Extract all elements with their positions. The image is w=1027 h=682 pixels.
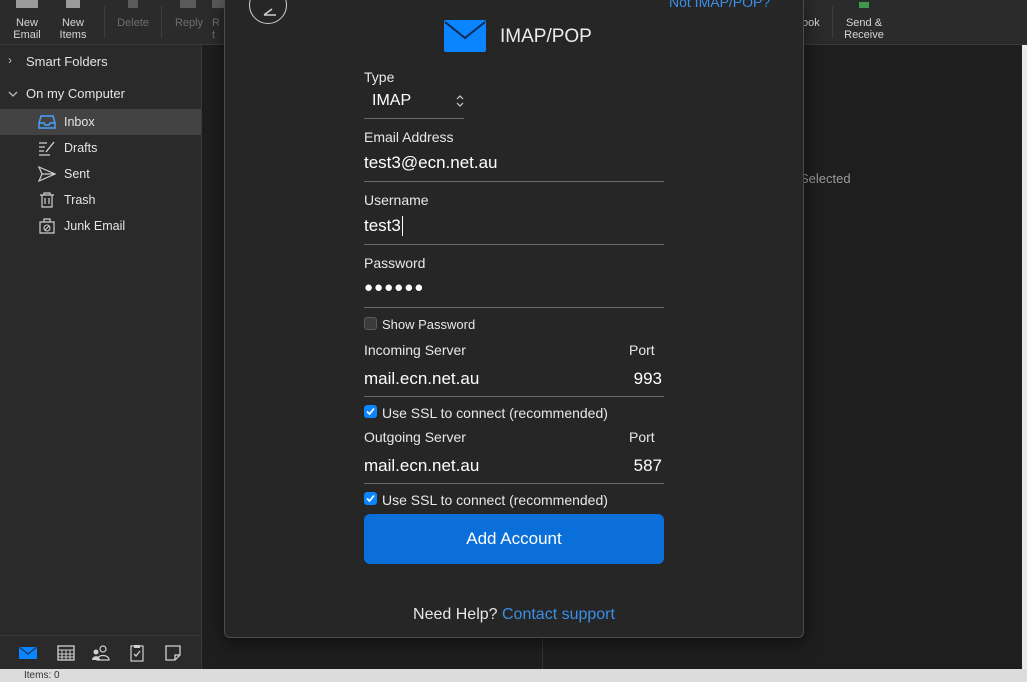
new-email-label: New Email: [13, 17, 41, 41]
trash-icon: [40, 192, 54, 208]
inbox-icon: [38, 115, 56, 129]
sidebar-item-drafts[interactable]: Drafts: [0, 135, 201, 161]
dialog-title: IMAP/POP: [500, 26, 592, 47]
not-imap-pop-link[interactable]: Not IMAP/POP?: [669, 0, 770, 10]
sidebar-item-junk-email[interactable]: Junk Email: [0, 213, 201, 239]
email-underline: [364, 181, 664, 182]
sent-icon: [38, 166, 56, 182]
notes-icon[interactable]: [163, 644, 183, 662]
outgoing-ssl-label: Use SSL to connect (recommended): [382, 492, 608, 508]
people-icon[interactable]: [91, 644, 111, 662]
reply-button[interactable]: Reply: [168, 0, 210, 44]
username-label: Username: [364, 192, 429, 208]
incoming-port-field[interactable]: 993: [634, 369, 662, 389]
calendar-icon[interactable]: [56, 644, 76, 662]
reply-label: Reply: [174, 17, 204, 29]
no-selection-text: Selected: [800, 171, 851, 186]
new-items-label: New Items: [59, 17, 87, 41]
back-button[interactable]: [249, 0, 287, 24]
drafts-icon: [39, 141, 55, 156]
incoming-server-label: Incoming Server: [364, 342, 466, 358]
outlook-button[interactable]: ook: [802, 0, 824, 44]
tasks-icon[interactable]: [127, 644, 147, 662]
sidebar-group-on-my-computer[interactable]: On my Computer: [0, 81, 201, 107]
contact-support-link[interactable]: Contact support: [502, 606, 615, 623]
send-receive-icon: [859, 2, 869, 8]
sidebar: › Smart Folders On my Computer Inbox Dra…: [0, 45, 202, 635]
reply-all-icon: [212, 0, 224, 8]
sidebar-group-label: On my Computer: [26, 86, 125, 101]
new-items-icon: [66, 0, 80, 8]
username-field[interactable]: test3: [364, 216, 403, 236]
junk-email-icon: [39, 218, 55, 234]
add-account-button[interactable]: Add Account: [364, 514, 664, 564]
outgoing-ssl-checkbox[interactable]: [364, 492, 377, 505]
reply-all-label: R t: [212, 17, 220, 41]
email-label: Email Address: [364, 129, 454, 145]
type-label: Type: [364, 69, 395, 85]
outgoing-port-label: Port: [629, 429, 655, 445]
outgoing-server-label: Outgoing Server: [364, 429, 466, 445]
show-password-checkbox[interactable]: [364, 317, 377, 330]
reply-icon: [180, 0, 196, 8]
toolbar-divider: [832, 6, 833, 38]
help-text: Need Help?: [413, 606, 498, 623]
sidebar-item-sent[interactable]: Sent: [0, 161, 201, 187]
window-edge: [1022, 45, 1027, 669]
toolbar-divider: [161, 6, 162, 38]
chevron-right-icon: ›: [8, 53, 12, 67]
mail-envelope-icon: [444, 20, 486, 52]
incoming-port-label: Port: [629, 342, 655, 358]
sidebar-item-label: Sent: [64, 167, 90, 181]
outlook-icon: [803, 0, 823, 14]
sidebar-item-label: Inbox: [64, 115, 95, 129]
password-label: Password: [364, 255, 426, 271]
delete-label: Delete: [117, 17, 149, 29]
toolbar-divider: [104, 6, 105, 38]
outgoing-underline: [364, 483, 664, 484]
delete-icon: [128, 0, 138, 8]
sidebar-item-label: Trash: [64, 193, 96, 207]
delete-button[interactable]: Delete: [112, 0, 154, 44]
add-account-dialog: Not IMAP/POP? IMAP/POP Type IMAP Email A…: [224, 0, 804, 638]
sidebar-item-label: Junk Email: [64, 219, 126, 233]
type-select-value: IMAP: [372, 92, 412, 109]
updown-chevron-icon: [456, 95, 464, 107]
password-underline: [364, 307, 664, 308]
checkmark-icon: [366, 407, 375, 416]
incoming-ssl-checkbox[interactable]: [364, 405, 377, 418]
checkmark-icon: [366, 494, 375, 503]
new-email-icon: [16, 0, 38, 8]
send-receive-button[interactable]: Send & Receive: [840, 0, 888, 44]
sidebar-group-smart-folders[interactable]: › Smart Folders: [0, 49, 201, 75]
status-text: Items: 0: [24, 670, 60, 681]
sidebar-group-label: Smart Folders: [26, 54, 108, 69]
mail-icon[interactable]: [18, 644, 38, 662]
show-password-label: Show Password: [382, 317, 476, 332]
outgoing-server-field[interactable]: mail.ecn.net.au: [364, 456, 479, 476]
module-switcher: [0, 635, 202, 670]
chevron-down-icon: [8, 91, 18, 97]
sidebar-item-inbox[interactable]: Inbox: [0, 109, 201, 135]
status-bar: Items: 0: [0, 669, 1027, 682]
sidebar-item-label: Drafts: [64, 141, 98, 155]
type-select-underline: [364, 118, 464, 119]
username-underline: [364, 244, 664, 245]
new-items-button[interactable]: New Items: [52, 0, 94, 44]
password-field[interactable]: ●●●●●●: [364, 279, 424, 296]
help-line: Need Help? Contact support: [225, 606, 803, 624]
back-arrow-icon: [263, 8, 276, 16]
incoming-server-field[interactable]: mail.ecn.net.au: [364, 369, 479, 389]
outgoing-port-field[interactable]: 587: [634, 456, 662, 476]
incoming-underline: [364, 396, 664, 397]
new-email-button[interactable]: New Email: [6, 0, 48, 44]
sidebar-item-trash[interactable]: Trash: [0, 187, 201, 213]
outlook-label: ook: [802, 17, 820, 29]
incoming-ssl-label: Use SSL to connect (recommended): [382, 405, 608, 421]
email-field[interactable]: test3@ecn.net.au: [364, 153, 498, 173]
send-receive-label: Send & Receive: [844, 17, 884, 41]
reply-all-button[interactable]: R t: [212, 0, 224, 44]
